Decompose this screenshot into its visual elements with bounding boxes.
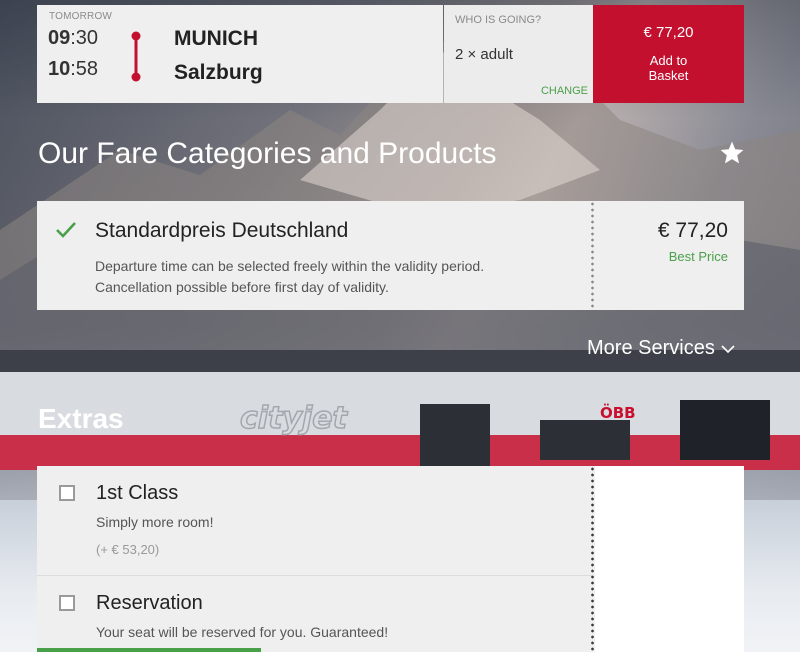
extras-list: 1st Class Simply more room! (+ € 53,20) … <box>37 466 744 652</box>
basket-label: Add to Basket <box>593 53 744 83</box>
change-passengers-link[interactable]: CHANGE <box>541 85 588 97</box>
connection-summary: TOMORROW 09:30 10:58 MUNICH Salzburg <box>37 5 443 103</box>
add-to-basket-button[interactable]: € 77,20 Add to Basket <box>593 5 744 103</box>
extra-subtitle: Simply more room! <box>96 514 214 530</box>
progress-indicator <box>37 648 261 652</box>
chevron-down-icon <box>721 345 735 353</box>
departure-minute: :30 <box>70 27 99 49</box>
fare-card[interactable]: Standardpreis Deutschland Departure time… <box>37 201 744 310</box>
arrival-minute: :58 <box>70 58 99 80</box>
extra-reservation[interactable]: Reservation Your seat will be reserved f… <box>37 576 592 652</box>
dotted-divider <box>591 466 594 652</box>
extras-section-heading: Extras <box>38 403 124 434</box>
extra-title: 1st Class <box>96 482 179 504</box>
fare-name: Standardpreis Deutschland <box>95 219 349 242</box>
arrival-hour: 10 <box>48 58 71 80</box>
train-logo-text: ÖBB <box>600 403 636 422</box>
fare-section-heading: Our Fare Categories and Products <box>38 137 497 170</box>
route-line-icon <box>131 31 141 82</box>
passenger-value: 2 × adult <box>455 46 513 63</box>
more-services-label: More Services <box>587 337 715 359</box>
more-services-toggle[interactable]: More Services <box>587 337 735 360</box>
passenger-label: WHO IS GOING? <box>455 14 542 26</box>
first-class-checkbox[interactable] <box>59 485 75 501</box>
extras-price-column <box>595 466 744 652</box>
fare-description-line1: Departure time can be selected freely wi… <box>95 258 485 274</box>
departure-city: MUNICH <box>174 27 258 50</box>
favorite-star-icon[interactable] <box>719 140 745 166</box>
basket-price: € 77,20 <box>643 24 694 41</box>
departure-hour: 09 <box>48 27 71 49</box>
dotted-divider <box>591 201 594 310</box>
reservation-checkbox[interactable] <box>59 595 75 611</box>
fare-description: Departure time can be selected freely wi… <box>95 256 595 298</box>
fare-description-line2: Cancellation possible before first day o… <box>95 279 389 295</box>
arrival-time: 10:58 <box>48 58 98 81</box>
extra-surcharge: (+ € 53,20) <box>96 542 160 557</box>
extra-title: Reservation <box>96 592 203 614</box>
best-price-badge: Best Price <box>668 249 728 264</box>
extra-subtitle: Your seat will be reserved for you. Guar… <box>96 624 389 640</box>
day-label: TOMORROW <box>49 11 113 22</box>
extra-first-class[interactable]: 1st Class Simply more room! (+ € 53,20) <box>37 466 592 576</box>
basket-label-line2: Basket <box>648 68 689 83</box>
passenger-panel: WHO IS GOING? 2 × adult CHANGE <box>444 5 593 103</box>
fare-price: € 77,20 <box>657 219 728 242</box>
arrival-city: Salzburg <box>174 61 263 84</box>
checkmark-icon <box>56 222 76 238</box>
basket-label-line1: Add to <box>649 53 688 68</box>
departure-time: 09:30 <box>48 27 98 50</box>
train-brand-text: cityjet <box>240 401 349 436</box>
